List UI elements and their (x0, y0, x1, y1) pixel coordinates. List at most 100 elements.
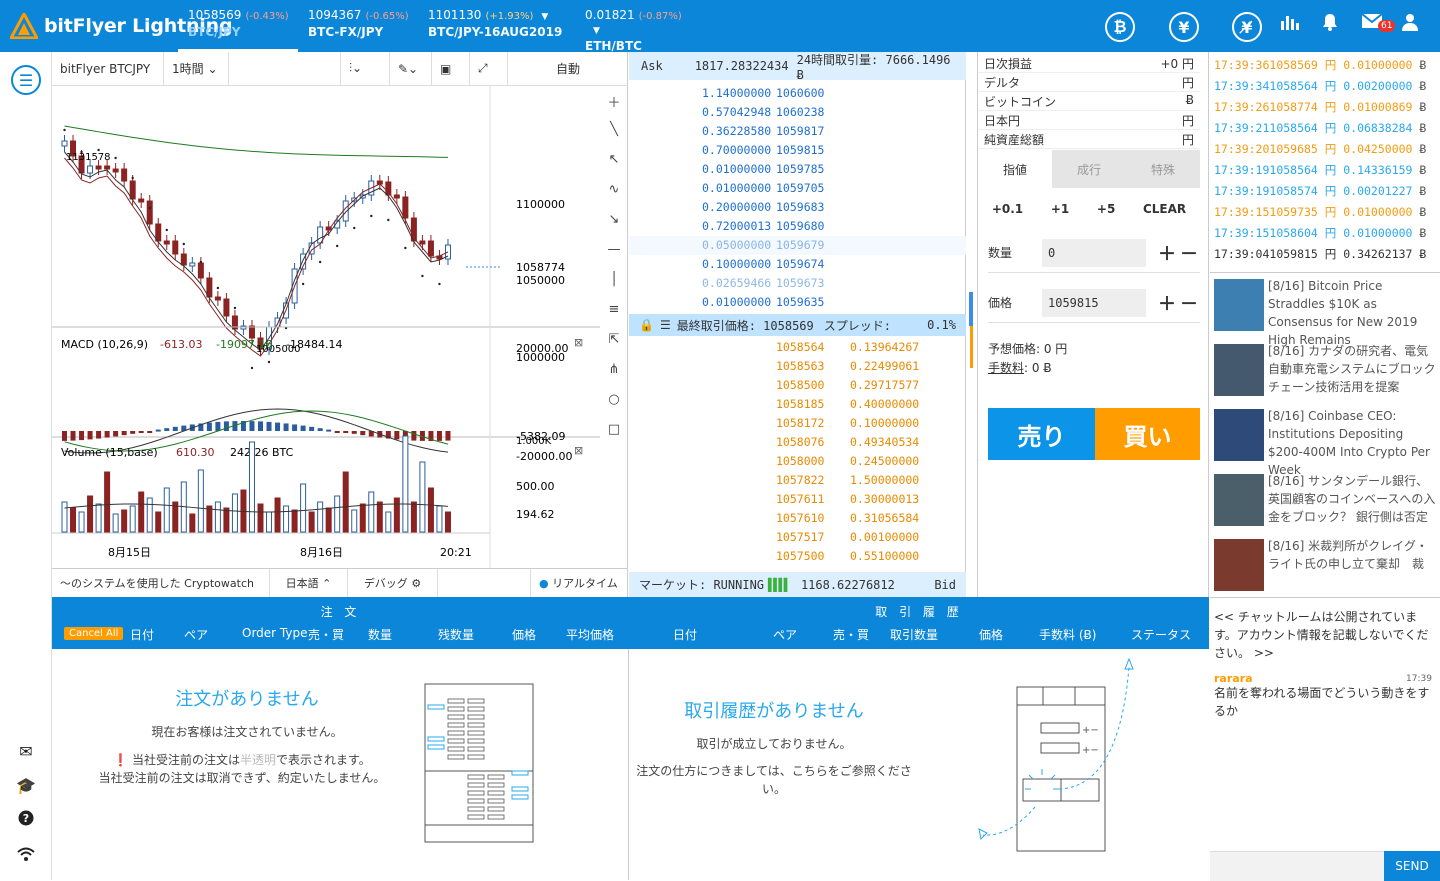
curve-icon[interactable]: ∿ (602, 182, 626, 197)
pair-tab-btc-fx-jpy[interactable]: 1094367 (-0.65%) BTC-FX/JPY (298, 0, 418, 52)
ask-row[interactable]: 1.14000000 1060600 (629, 84, 966, 103)
lock-icon[interactable]: 🔒 (639, 318, 654, 332)
ask-row[interactable]: 0.70000000 1059815 (629, 141, 966, 160)
square-icon[interactable]: □ (602, 422, 626, 437)
graduation-icon[interactable]: 🎓 (0, 776, 52, 795)
minus-icon[interactable]: － (1178, 290, 1200, 316)
tab-market[interactable]: 成行 (1052, 150, 1126, 188)
chevron-down-icon[interactable]: ▼ (593, 26, 600, 36)
col-date[interactable]: 日付 (130, 626, 154, 643)
help-icon[interactable]: ? (0, 810, 52, 830)
realtime-indicator[interactable]: ● リアルタイム (530, 568, 628, 598)
price-input[interactable]: 1059815 (1042, 288, 1146, 317)
ask-row[interactable]: 0.01000000 1059785 (629, 160, 966, 179)
bell-icon[interactable] (1321, 13, 1339, 36)
bid-row[interactable]: 1058172 0.10000000 (629, 414, 966, 433)
ask-row[interactable]: 0.02659466 1059673 (629, 274, 966, 293)
circle-icon[interactable]: ○ (602, 392, 626, 407)
cancel-all-button[interactable]: Cancel All (64, 627, 124, 640)
indicator-icon[interactable]: ▣ (432, 51, 470, 86)
bid-row[interactable]: 1058185 0.40000000 (629, 395, 966, 414)
col-quantity[interactable]: 数量 (368, 626, 392, 643)
col-pair[interactable]: ペア (773, 626, 797, 643)
list-icon[interactable]: ☰ (660, 318, 671, 332)
clear-button[interactable]: CLEAR (1143, 202, 1186, 216)
ask-row[interactable]: 0.05000000 1059679 (629, 236, 966, 255)
chevron-down-icon[interactable]: ▼ (541, 12, 548, 22)
col-order-type[interactable]: Order Type (242, 626, 307, 640)
close-icon[interactable]: ⊠ (574, 444, 583, 457)
minus-icon[interactable]: － (1178, 240, 1200, 266)
no-yen-icon[interactable]: ¥̸ (1232, 12, 1262, 42)
buy-button[interactable]: 買い (1095, 408, 1200, 460)
chart-type-icon[interactable]: ⫶⌄ (340, 51, 390, 86)
arrow-icon[interactable]: ↘ (602, 212, 626, 227)
ray-icon[interactable]: ↖ (602, 152, 626, 167)
plus-01-button[interactable]: +0.1 (992, 202, 1023, 216)
bid-row[interactable]: 1058500 0.29717577 (629, 376, 966, 395)
language-select[interactable]: 日本語 ⌃ (270, 568, 348, 598)
col-pair[interactable]: ペア (184, 626, 208, 643)
ask-row[interactable]: 0.57042948 1060238 (629, 103, 966, 122)
pair-tab-btc-jpy-future[interactable]: 1101130 (+1.93%) ▼ BTC/JPY-16AUG2019 (418, 0, 574, 52)
bid-row[interactable]: 1057611 0.30000013 (629, 490, 966, 509)
pair-tab-eth-btc[interactable]: 0.01821 (-0.87%)▼ ETH/BTC (575, 0, 695, 53)
bid-row[interactable]: 1058563 0.22499061 (629, 357, 966, 376)
ask-row[interactable]: 0.10000000 1059674 (629, 255, 966, 274)
news-item[interactable]: [8/16] カナダの研究者、電気自動車充電システムにブロックチェーン技術活用を… (1214, 342, 1438, 396)
tab-limit[interactable]: 指値 (978, 150, 1052, 188)
ask-row[interactable]: 0.01000000 1059705 (629, 179, 966, 198)
news-item[interactable]: [8/16] サンタンデール銀行、英国顧客のコインベースへの入金をブロック？ 銀… (1214, 472, 1438, 526)
auto-scale-button[interactable]: 自動 (508, 52, 628, 86)
news-item[interactable]: [8/16] Coinbase CEO: Institutions Deposi… (1214, 407, 1438, 479)
chart-bar-icon[interactable] (1280, 13, 1300, 36)
col-avg-price[interactable]: 平均価格 (566, 626, 614, 643)
bitcoin-icon[interactable]: ₿ (1105, 12, 1135, 42)
bid-row[interactable]: 1057610 0.31056584 (629, 509, 966, 528)
col-price[interactable]: 価格 (979, 626, 1003, 643)
debug-button[interactable]: デバッグ ⚙ (348, 568, 438, 598)
tab-special[interactable]: 特殊 (1126, 150, 1200, 188)
wifi-icon[interactable] (0, 846, 52, 865)
pointer-icon[interactable]: ⇱ (602, 332, 626, 347)
bid-row[interactable]: 1058000 0.24500000 (629, 452, 966, 471)
ask-row[interactable]: 0.01000000 1059635 (629, 293, 966, 312)
bid-row[interactable]: 1058564 0.13964267 (629, 338, 966, 357)
hline-icon[interactable]: — (602, 242, 626, 257)
menu-icon[interactable]: ☰ (11, 65, 41, 95)
col-fee[interactable]: 手数料 (Ƀ) (1039, 626, 1096, 643)
news-item[interactable]: [8/16] Bitcoin Price Straddles $10K as C… (1214, 277, 1438, 349)
col-side[interactable]: 売・買 (833, 626, 869, 643)
pair-tab-btc-jpy[interactable]: 1058569 (-0.43%) BTC/JPY (178, 0, 298, 52)
draw-tool-icon[interactable]: ✎⌄ (390, 51, 432, 86)
plus-5-button[interactable]: +5 (1097, 202, 1115, 216)
fullscreen-icon[interactable]: ⤢ (470, 51, 508, 86)
send-button[interactable]: SEND (1384, 851, 1440, 881)
news-item[interactable]: [8/16] 米裁判所がクレイグ・ライト氏の申し立て棄却 裁 (1214, 537, 1438, 591)
col-quantity[interactable]: 取引数量 (890, 626, 938, 643)
bid-row[interactable]: 1058076 0.49340534 (629, 433, 966, 452)
bid-row[interactable]: 1057517 0.00100000 (629, 528, 966, 547)
plus-icon[interactable]: ＋ (1156, 240, 1178, 266)
col-remaining[interactable]: 残数量 (438, 626, 474, 643)
envelope-icon[interactable]: ✉ (0, 742, 52, 761)
ask-row[interactable]: 0.36228580 1059817 (629, 122, 966, 141)
fee-label[interactable]: 手数料 (988, 361, 1024, 375)
vline-icon[interactable]: │ (602, 272, 626, 287)
col-status[interactable]: ステータス (1131, 626, 1191, 643)
yen-icon[interactable]: ¥ (1169, 12, 1199, 42)
col-date[interactable]: 日付 (673, 626, 697, 643)
crosshair-plus-icon[interactable]: ＋ (602, 92, 626, 111)
bid-row[interactable]: 1057500 0.55100000 (629, 547, 966, 566)
plus-1-button[interactable]: +1 (1051, 202, 1069, 216)
plus-icon[interactable]: ＋ (1156, 290, 1178, 316)
chat-input[interactable] (1210, 851, 1384, 881)
fib-icon[interactable]: ≡ (602, 302, 626, 317)
trendline-icon[interactable]: ╲ (602, 122, 626, 137)
quantity-input[interactable]: 0 (1042, 238, 1146, 267)
user-icon[interactable] (1402, 13, 1418, 36)
scroll-indicator[interactable] (970, 326, 973, 368)
ask-row[interactable]: 0.72000013 1059680 (629, 217, 966, 236)
close-icon[interactable]: ⊠ (574, 336, 583, 349)
bid-row[interactable]: 1057822 1.50000000 (629, 471, 966, 490)
